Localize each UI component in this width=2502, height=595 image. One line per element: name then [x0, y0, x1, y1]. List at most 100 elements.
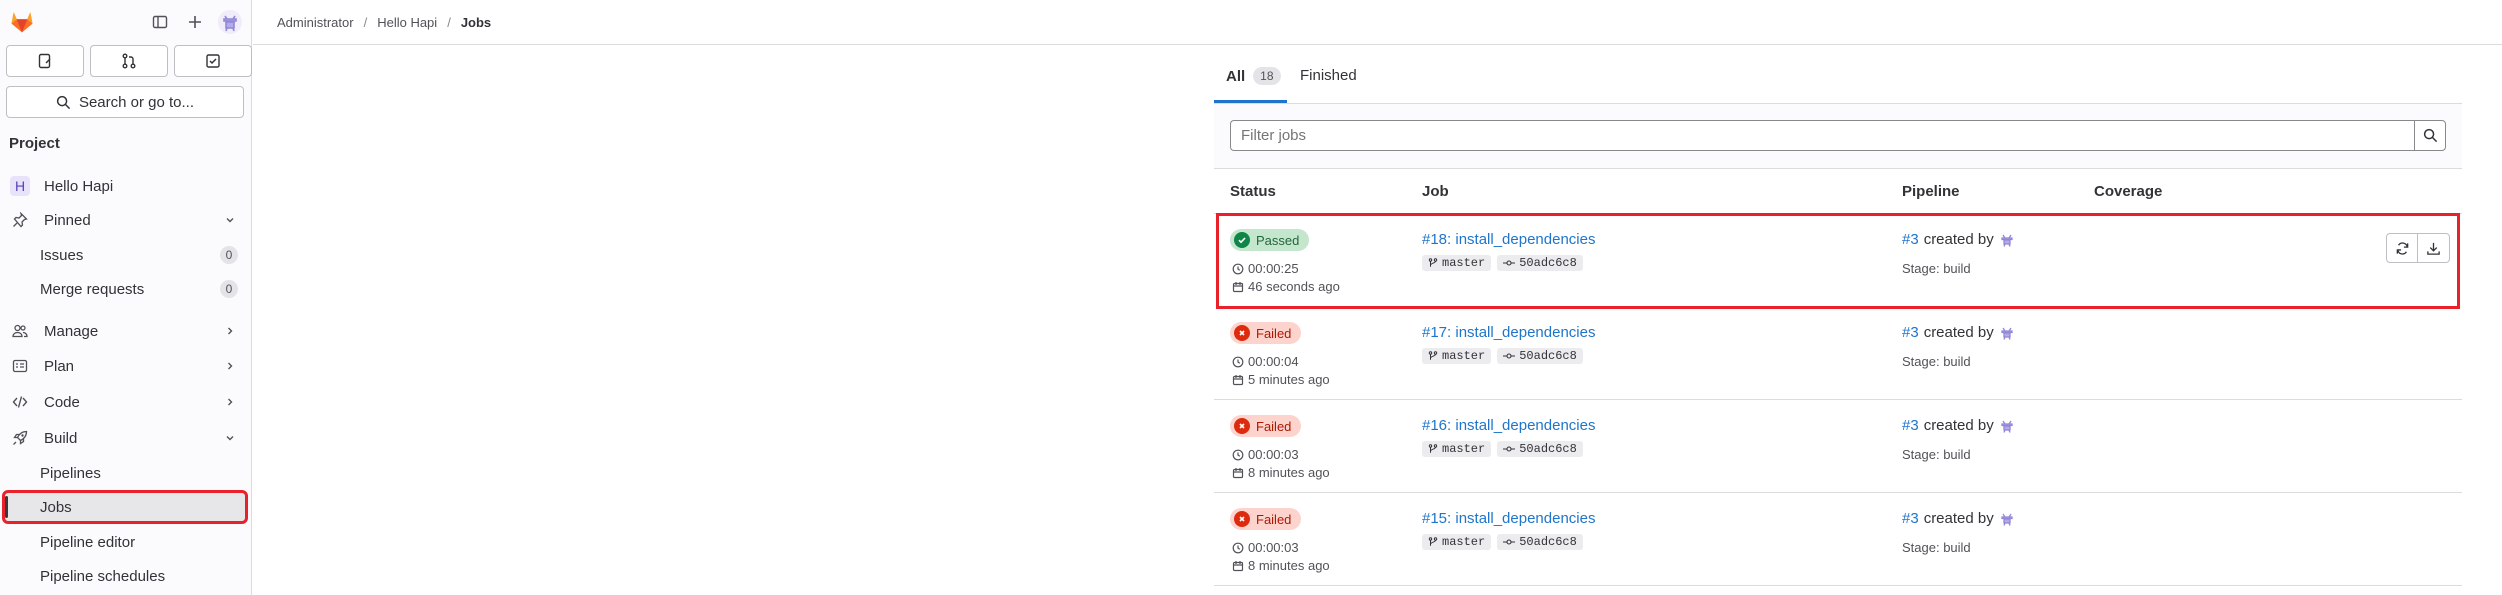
finished-value: 46 seconds ago [1248, 279, 1340, 294]
commit-ref[interactable]: 50adc6c8 [1497, 255, 1583, 271]
commit-ref[interactable]: 50adc6c8 [1497, 441, 1583, 457]
sidebar-item-pinned[interactable]: Pinned [6, 205, 244, 235]
sidebar-item-pipeline-editor[interactable]: Pipeline editor [6, 527, 244, 557]
branch-ref[interactable]: master [1422, 441, 1492, 457]
breadcrumb-item[interactable]: Administrator [277, 15, 354, 30]
user-avatar[interactable] [1999, 511, 2015, 527]
user-avatar[interactable] [1999, 418, 2015, 434]
created-by-label: created by [1923, 231, 1994, 248]
project-avatar: H [10, 176, 30, 196]
sidebar-item-plan[interactable]: Plan [6, 351, 244, 381]
search-button[interactable]: Search or go to... [6, 86, 244, 118]
pipeline-link[interactable]: #3 [1902, 231, 1919, 248]
pipeline-link[interactable]: #3 [1902, 417, 1919, 434]
sidebar-item-project[interactable]: H Hello Hapi [6, 171, 244, 201]
gitlab-logo-icon[interactable] [8, 7, 36, 35]
user-avatar[interactable] [218, 10, 242, 34]
download-icon [2427, 242, 2440, 255]
pipeline-link[interactable]: #3 [1902, 510, 1919, 527]
thumbtack-icon [10, 210, 30, 230]
sidebar-section-title: Project [9, 135, 60, 152]
active-tab-indicator [1214, 100, 1287, 103]
pipeline-info: #3 created by [1902, 417, 2015, 434]
planning-icon [10, 356, 30, 376]
sidebar-item-label: Pinned [44, 211, 91, 229]
sidebar-item-pipeline-schedules[interactable]: Pipeline schedules [6, 561, 244, 591]
sidebar-item-manage[interactable]: Manage [6, 316, 244, 346]
sidebar-item-code[interactable]: Code [6, 387, 244, 417]
tab-finished[interactable]: Finished [1300, 67, 1357, 84]
todo-icon [206, 54, 220, 68]
duration-value: 00:00:04 [1248, 354, 1299, 369]
sidebar-toggle-icon[interactable] [148, 10, 172, 34]
branch-ref[interactable]: master [1422, 255, 1492, 271]
filter-jobs-input[interactable] [1230, 120, 2414, 151]
breadcrumb-item[interactable]: Hello Hapi [377, 15, 437, 30]
stage-label: Stage: build [1902, 354, 1971, 369]
sidebar-item-label: Build [44, 429, 78, 447]
chevron-down-icon [222, 212, 238, 228]
close-circle-icon [1234, 511, 1250, 527]
sidebar-item-merge-requests[interactable]: Merge requests 0 [6, 274, 244, 304]
duration: 00:00:04 [1232, 354, 1299, 369]
plus-icon[interactable] [183, 10, 207, 34]
sidebar-item-label: Merge requests [40, 280, 145, 298]
sidebar-item-issues[interactable]: Issues 0 [6, 240, 244, 270]
retry-button[interactable] [2386, 233, 2418, 263]
filter-search-button[interactable] [2414, 120, 2446, 151]
breadcrumb-current[interactable]: Jobs [461, 15, 491, 30]
job-link[interactable]: #17: install_dependencies [1422, 324, 1595, 341]
user-avatar[interactable] [1999, 232, 2015, 248]
status-badge[interactable]: Passed [1230, 229, 1310, 251]
commit-icon [1503, 446, 1516, 452]
sidebar-item-label: Issues [40, 246, 84, 264]
issues-shortcut-button[interactable] [6, 45, 84, 77]
commit-sha: 50adc6c8 [1519, 256, 1577, 270]
clock-icon [1232, 449, 1244, 460]
tab-count-badge: 18 [1253, 67, 1281, 85]
merge-request-icon [122, 53, 136, 69]
close-circle-icon [1234, 325, 1250, 341]
branch-name: master [1442, 535, 1486, 549]
rocket-icon [10, 428, 30, 448]
download-artifacts-button[interactable] [2418, 233, 2450, 263]
merge-requests-shortcut-button[interactable] [90, 45, 168, 77]
job-link[interactable]: #15: install_dependencies [1422, 510, 1595, 527]
search-icon [56, 95, 71, 109]
todos-shortcut-button[interactable] [174, 45, 252, 77]
sidebar-item-build[interactable]: Build [6, 423, 244, 453]
job-refs: master 50adc6c8 [1422, 255, 1583, 271]
status-badge[interactable]: Failed [1230, 508, 1302, 530]
column-header-pipeline: Pipeline [1902, 183, 1960, 200]
tab-all[interactable]: All 18 [1226, 67, 1281, 85]
branch-name: master [1442, 442, 1486, 456]
commit-ref[interactable]: 50adc6c8 [1497, 348, 1583, 364]
branch-icon [1428, 351, 1438, 360]
branch-ref[interactable]: master [1422, 348, 1492, 364]
duration-value: 00:00:03 [1248, 447, 1299, 462]
user-avatar[interactable] [1999, 325, 2015, 341]
pipeline-link[interactable]: #3 [1902, 324, 1919, 341]
calendar-icon [1232, 374, 1244, 385]
finished-time: 5 minutes ago [1232, 372, 1330, 387]
commit-ref[interactable]: 50adc6c8 [1497, 534, 1583, 550]
sidebar-item-label: Pipeline editor [40, 533, 136, 551]
branch-ref[interactable]: master [1422, 534, 1492, 550]
job-link[interactable]: #16: install_dependencies [1422, 417, 1595, 434]
stage-label: Stage: build [1902, 261, 1971, 276]
status-badge[interactable]: Failed [1230, 415, 1302, 437]
sidebar-item-jobs[interactable]: Jobs [2, 490, 248, 524]
job-link[interactable]: #18: install_dependencies [1422, 231, 1595, 248]
tab-label: Finished [1300, 67, 1357, 84]
table-row: Passed 00:00:25 46 seconds ago #18: inst… [1216, 213, 2460, 309]
commit-sha: 50adc6c8 [1519, 442, 1577, 456]
finished-time: 8 minutes ago [1232, 465, 1330, 480]
breadcrumb-separator: / [447, 14, 451, 30]
status-label: Failed [1256, 325, 1292, 341]
sidebar-item-label: Pipeline schedules [40, 567, 166, 585]
status-badge[interactable]: Failed [1230, 322, 1302, 344]
branch-icon [1428, 444, 1438, 453]
tab-label: All [1226, 67, 1246, 85]
sidebar-item-pipelines[interactable]: Pipelines [6, 458, 244, 488]
branch-name: master [1442, 256, 1486, 270]
